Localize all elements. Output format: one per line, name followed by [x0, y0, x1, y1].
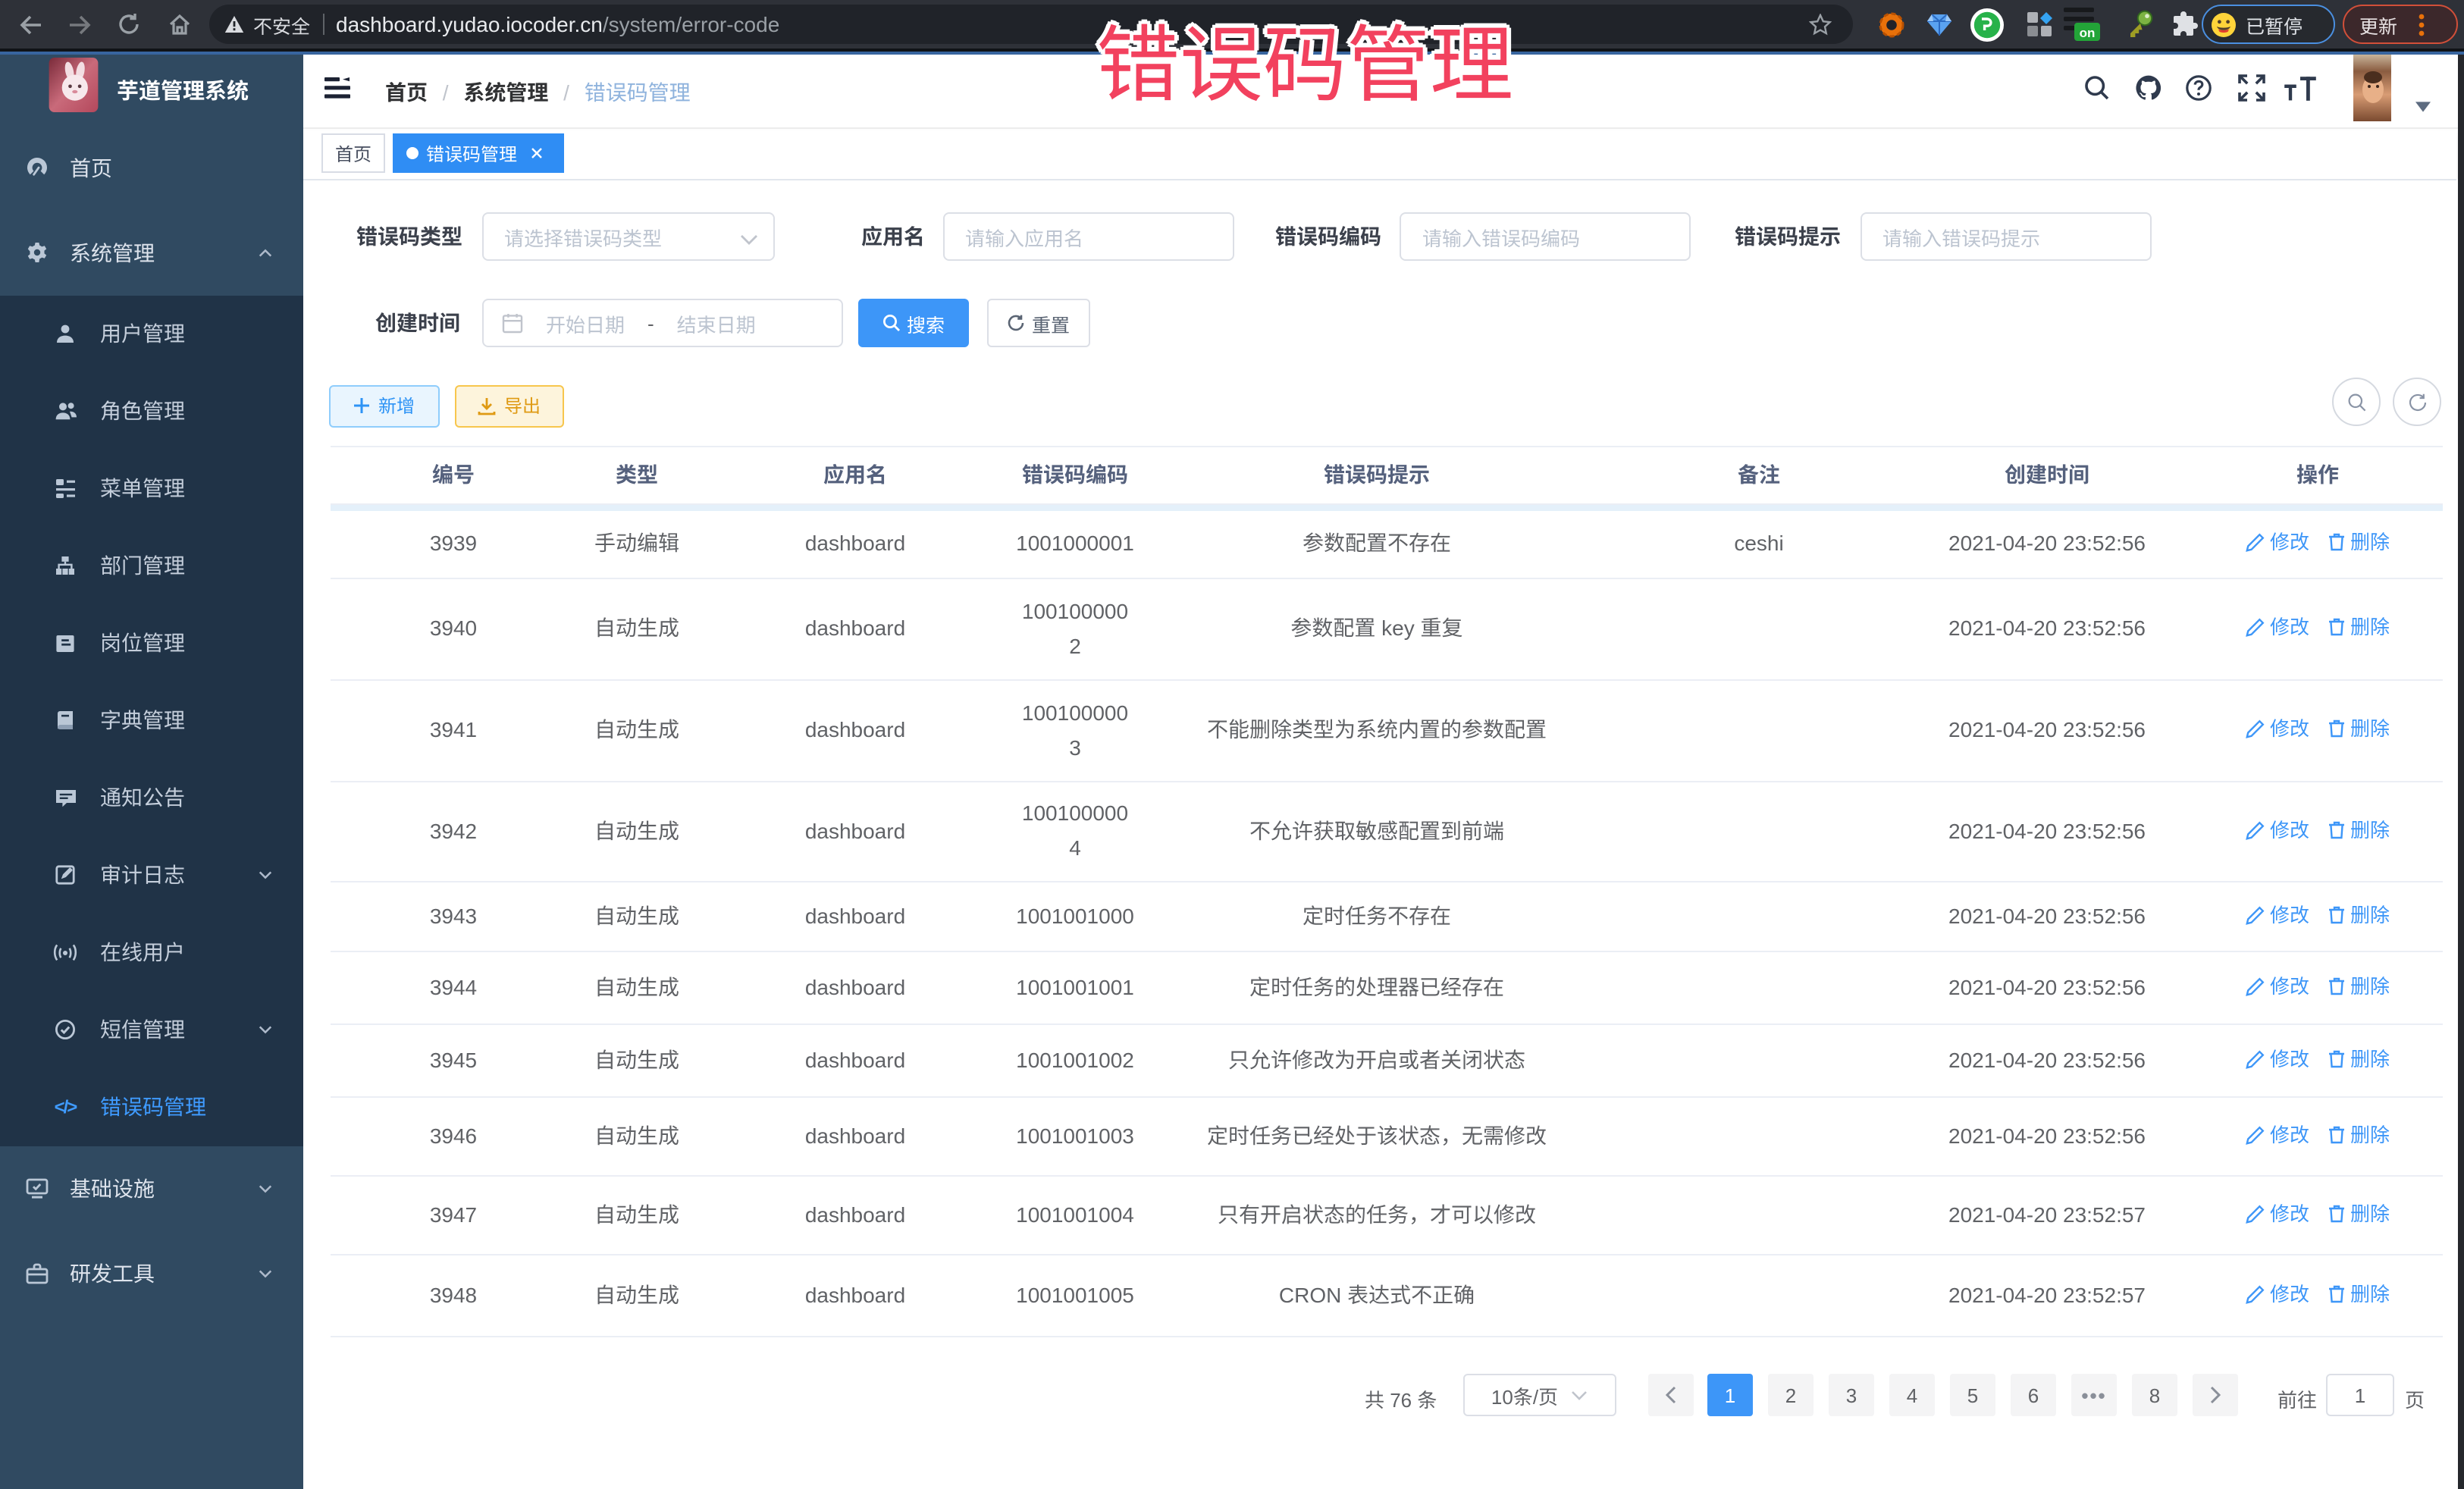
svg-text:on: on [2079, 26, 2095, 40]
